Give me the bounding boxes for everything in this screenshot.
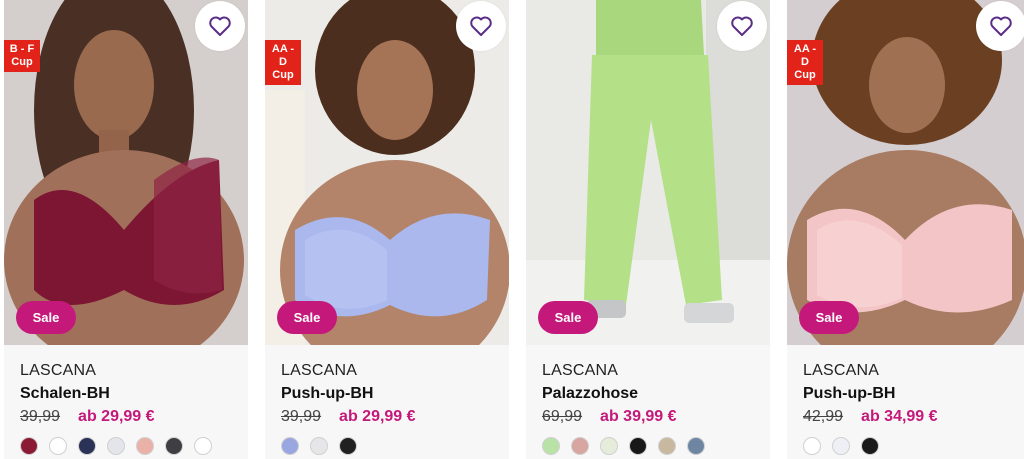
- color-swatch[interactable]: [861, 437, 879, 455]
- product-image[interactable]: [526, 0, 770, 345]
- color-swatch[interactable]: [49, 437, 67, 455]
- color-swatches: [281, 437, 501, 455]
- product-title[interactable]: Palazzohose: [542, 385, 762, 407]
- product-image[interactable]: [265, 0, 509, 345]
- wishlist-button[interactable]: [195, 1, 245, 51]
- heart-outline-icon: [731, 16, 753, 36]
- product-brand: LASCANA: [281, 362, 358, 379]
- color-swatches: [803, 437, 1016, 455]
- color-swatches: [542, 437, 762, 455]
- heart-outline-icon: [470, 16, 492, 36]
- color-swatch[interactable]: [571, 437, 589, 455]
- color-swatch[interactable]: [194, 437, 212, 455]
- product-title[interactable]: Schalen-BH: [20, 385, 240, 407]
- color-swatch[interactable]: [107, 437, 125, 455]
- product-card[interactable]: AA - D Cup Sale LASCANA Push-up-BH 42,99…: [787, 0, 1024, 459]
- heart-outline-icon: [209, 16, 231, 36]
- product-grid: B - F Cup Sale LASCANA Schalen-BH 39,99 …: [0, 0, 1024, 459]
- product-brand: LASCANA: [542, 362, 619, 379]
- color-swatch[interactable]: [165, 437, 183, 455]
- color-swatch[interactable]: [803, 437, 821, 455]
- wishlist-button[interactable]: [976, 1, 1024, 51]
- old-price: 39,99: [281, 408, 322, 425]
- color-swatch[interactable]: [687, 437, 705, 455]
- sale-badge: Sale: [277, 301, 337, 334]
- sale-price: ab 29,99 €: [339, 408, 416, 425]
- color-swatch[interactable]: [281, 437, 299, 455]
- wishlist-button[interactable]: [717, 1, 767, 51]
- sale-badge: Sale: [538, 301, 598, 334]
- color-swatch[interactable]: [600, 437, 618, 455]
- cup-size-badge: AA - D Cup: [787, 40, 823, 85]
- sale-badge: Sale: [16, 301, 76, 334]
- color-swatch[interactable]: [629, 437, 647, 455]
- product-title[interactable]: Push-up-BH: [803, 385, 1016, 407]
- product-image[interactable]: [4, 0, 248, 345]
- sale-badge: Sale: [799, 301, 859, 334]
- product-brand: LASCANA: [803, 362, 880, 379]
- product-card[interactable]: AA - D Cup Sale LASCANA Push-up-BH 39,99…: [265, 0, 509, 459]
- product-card[interactable]: Sale LASCANA Palazzohose 69,99 ab 39,99 …: [526, 0, 770, 459]
- sale-price: ab 39,99 €: [600, 408, 677, 425]
- cup-size-badge: AA - D Cup: [265, 40, 301, 85]
- old-price: 39,99: [20, 408, 61, 425]
- color-swatch[interactable]: [832, 437, 850, 455]
- color-swatch[interactable]: [658, 437, 676, 455]
- color-swatch[interactable]: [20, 437, 38, 455]
- product-brand: LASCANA: [20, 362, 97, 379]
- color-swatch[interactable]: [78, 437, 96, 455]
- sale-price: ab 34,99 €: [861, 408, 938, 425]
- sale-price: ab 29,99 €: [78, 408, 155, 425]
- cup-size-badge: B - F Cup: [4, 40, 40, 72]
- color-swatches: [20, 437, 240, 455]
- product-title[interactable]: Push-up-BH: [281, 385, 501, 407]
- color-swatch[interactable]: [310, 437, 328, 455]
- old-price: 42,99: [803, 408, 844, 425]
- color-swatch[interactable]: [542, 437, 560, 455]
- wishlist-button[interactable]: [456, 1, 506, 51]
- old-price: 69,99: [542, 408, 583, 425]
- color-swatch[interactable]: [339, 437, 357, 455]
- product-card[interactable]: B - F Cup Sale LASCANA Schalen-BH 39,99 …: [4, 0, 248, 459]
- color-swatch[interactable]: [136, 437, 154, 455]
- heart-outline-icon: [990, 16, 1012, 36]
